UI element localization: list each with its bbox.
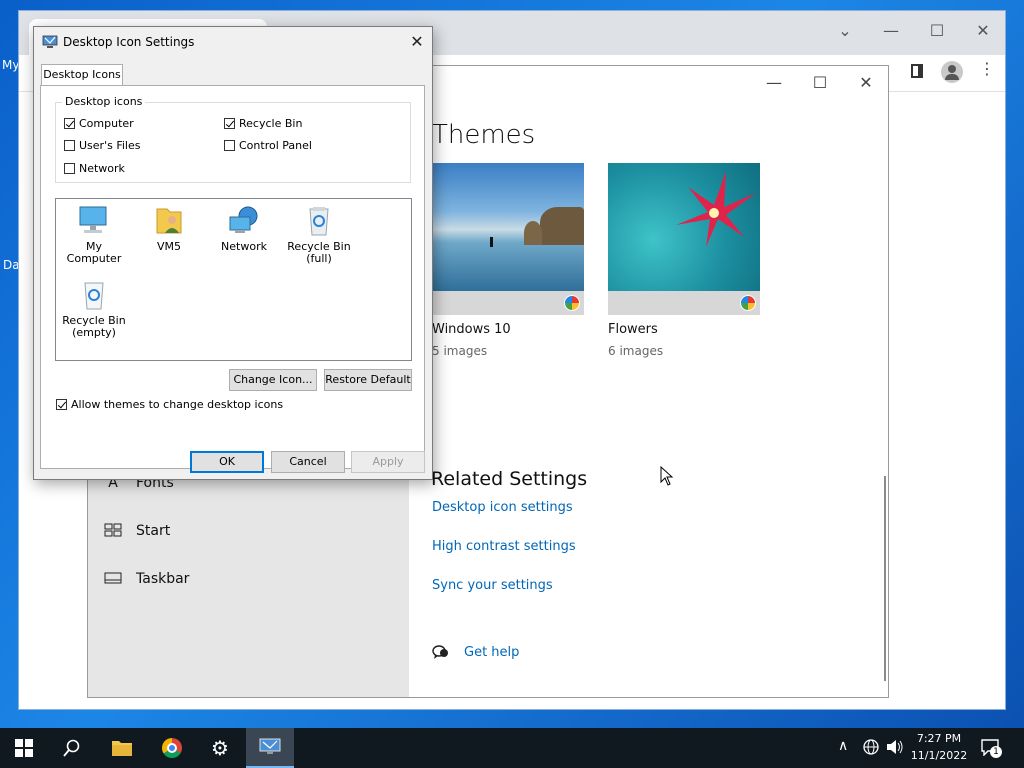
checkbox-box[interactable]	[224, 118, 235, 129]
checkbox-network[interactable]: Network	[64, 162, 125, 175]
clock-time[interactable]: 7:27 PM	[908, 732, 970, 745]
search-button[interactable]	[48, 728, 96, 768]
recycle-bin-empty-icon	[76, 279, 112, 311]
theme-name: Flowers	[608, 322, 658, 337]
file-explorer-button[interactable]	[98, 728, 146, 768]
checkbox-control-panel[interactable]: Control Panel	[224, 139, 312, 152]
computer-icon	[76, 205, 112, 237]
network-icon	[226, 205, 262, 237]
tab-search-icon[interactable]: ⌄	[825, 17, 865, 45]
chevron-up-icon[interactable]: ∧	[838, 738, 848, 754]
group-label: Desktop icons	[62, 95, 146, 108]
apply-button[interactable]: Apply	[351, 451, 425, 473]
windows-logo-icon	[15, 739, 33, 757]
tab-panel: Desktop icons Computer Recycle Bin User'…	[40, 85, 425, 469]
checkbox-box[interactable]	[64, 140, 75, 151]
icon-recycle-bin-full[interactable]: Recycle Bin (full)	[282, 205, 356, 265]
search-icon	[63, 739, 80, 757]
scrollbar[interactable]	[884, 476, 886, 681]
close-icon[interactable]: ✕	[406, 31, 428, 53]
network-globe-icon[interactable]	[862, 738, 880, 760]
checkbox-allow-themes[interactable]: Allow themes to change desktop icons	[56, 398, 283, 411]
checkbox-box[interactable]	[224, 140, 235, 151]
theme-image-count: 6 images	[608, 344, 664, 358]
dialog-title: Desktop Icon Settings	[63, 35, 195, 49]
icon-network[interactable]: Network	[207, 205, 281, 253]
more-menu-icon[interactable]: ⋮	[979, 59, 995, 78]
chrome-button[interactable]	[148, 728, 196, 768]
minimize-icon[interactable]: —	[751, 68, 797, 98]
sync-settings-link[interactable]: Sync your settings	[432, 578, 553, 593]
recycle-bin-full-icon	[301, 205, 337, 237]
checkbox-box[interactable]	[64, 163, 75, 174]
volume-icon[interactable]	[886, 739, 904, 759]
desktop-icon-settings-link[interactable]: Desktop icon settings	[432, 500, 573, 515]
get-help-link[interactable]: Get help	[464, 645, 519, 660]
close-icon[interactable]: ✕	[963, 17, 1003, 45]
taskbar: ⚙ ∧ 7:27 PM 11/1/2022 1	[0, 728, 1024, 768]
taskbar-icon	[104, 571, 122, 587]
clock-date[interactable]: 11/1/2022	[908, 749, 970, 762]
notification-badge: 1	[990, 746, 1002, 758]
dialog-app-icon	[42, 34, 58, 53]
maximize-icon[interactable]: ☐	[797, 68, 843, 98]
restore-default-button[interactable]: Restore Default	[324, 369, 412, 391]
user-folder-icon	[151, 205, 187, 237]
icon-recycle-bin-empty[interactable]: Recycle Bin (empty)	[57, 279, 131, 339]
desktop-icon-label-fragment[interactable]: My	[2, 58, 19, 72]
minimize-icon[interactable]: —	[871, 17, 911, 45]
checkbox-recycle-bin[interactable]: Recycle Bin	[224, 117, 302, 130]
cancel-button[interactable]: Cancel	[271, 451, 345, 473]
desktop-icons-group: Desktop icons Computer Recycle Bin User'…	[55, 95, 411, 183]
display-settings-icon	[259, 738, 281, 754]
checkbox-users-files[interactable]: User's Files	[64, 139, 140, 152]
desktop-icon-settings-dialog: Desktop Icon Settings ✕ Desktop Icons De…	[33, 26, 433, 480]
icon-my-computer[interactable]: My Computer	[57, 205, 131, 265]
gear-icon: ⚙	[211, 736, 229, 760]
tab-desktop-icons[interactable]: Desktop Icons	[41, 64, 123, 86]
settings-button[interactable]: ⚙	[196, 728, 244, 768]
mouse-cursor-icon	[660, 465, 674, 490]
color-wheel-icon	[564, 295, 580, 311]
start-button[interactable]	[0, 728, 48, 768]
color-wheel-icon	[740, 295, 756, 311]
page-title: Themes	[432, 120, 536, 150]
start-icon	[104, 523, 122, 539]
theme-name: Windows 10	[432, 322, 511, 337]
chrome-icon	[162, 738, 182, 758]
close-icon[interactable]: ✕	[843, 68, 889, 98]
icon-user-files[interactable]: VM5	[132, 205, 206, 253]
profile-avatar-icon[interactable]	[941, 61, 963, 83]
theme-card-windows10[interactable]	[432, 163, 584, 315]
theme-card-flowers[interactable]	[608, 163, 760, 315]
sidebar-item-start[interactable]: Start	[104, 519, 170, 543]
maximize-icon[interactable]: ☐	[917, 17, 957, 45]
side-panel-icon[interactable]	[911, 64, 923, 78]
desktop-icon-settings-taskbar-button[interactable]	[246, 728, 294, 768]
change-icon-button[interactable]: Change Icon...	[229, 369, 317, 391]
checkbox-box[interactable]	[64, 118, 75, 129]
sidebar-item-taskbar[interactable]: Taskbar	[104, 567, 189, 591]
folder-icon	[112, 741, 132, 756]
related-settings-heading: Related Settings	[431, 468, 588, 490]
ok-button[interactable]: OK	[190, 451, 264, 473]
notification-center-icon[interactable]: 1	[980, 738, 1004, 758]
get-help-icon	[432, 644, 450, 664]
icon-list: My Computer VM5 Network Recycle Bin (ful…	[55, 198, 412, 361]
theme-thumbnail	[608, 163, 760, 291]
theme-thumbnail	[432, 163, 584, 291]
high-contrast-settings-link[interactable]: High contrast settings	[432, 539, 576, 554]
theme-image-count: 5 images	[432, 344, 488, 358]
checkbox-box[interactable]	[56, 399, 67, 410]
checkbox-computer[interactable]: Computer	[64, 117, 134, 130]
